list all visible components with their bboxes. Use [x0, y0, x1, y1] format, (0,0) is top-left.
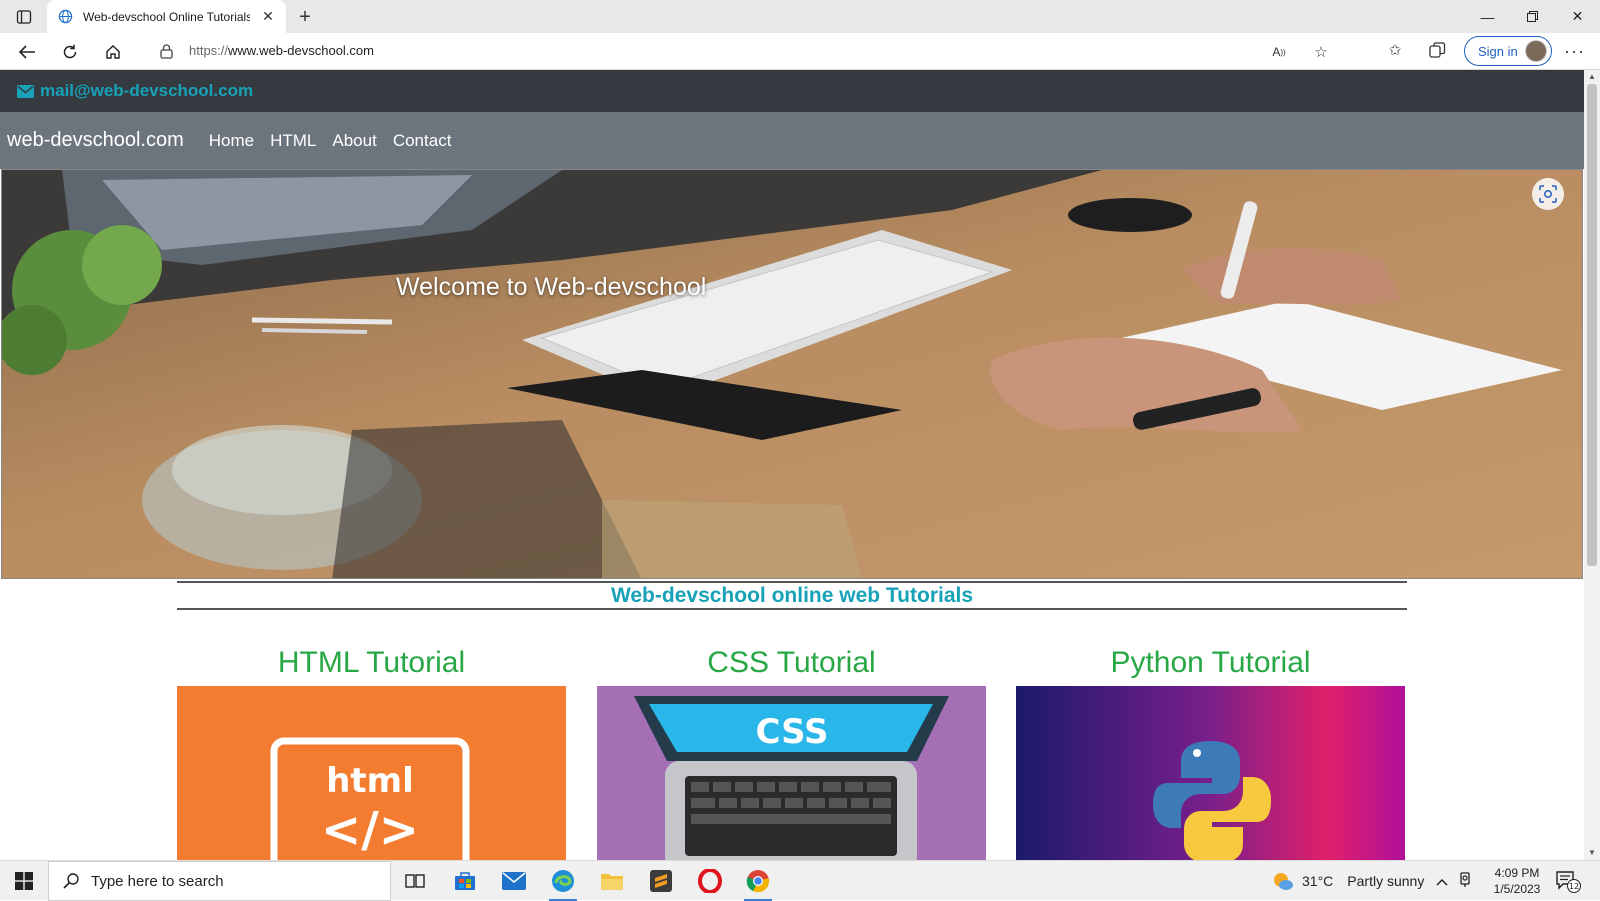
site-brand[interactable]: web-devschool.com — [7, 129, 184, 152]
scroll-thumb[interactable] — [1587, 84, 1597, 566]
card-title[interactable]: HTML Tutorial — [177, 640, 566, 686]
taskbar-clock[interactable]: 4:09 PM 1/5/2023 — [1488, 865, 1546, 897]
microsoft-store-icon[interactable] — [441, 861, 489, 901]
css-thumbnail-image[interactable]: CSS — [597, 686, 986, 860]
search-icon — [63, 873, 79, 889]
read-aloud-icon[interactable]: A)) — [1268, 41, 1290, 63]
clock-date: 1/5/2023 — [1493, 882, 1541, 896]
tab-close-icon[interactable]: ✕ — [260, 8, 276, 25]
temperature: 31°C — [1302, 873, 1334, 889]
windows-start-icon[interactable] — [0, 861, 48, 901]
card-title[interactable]: CSS Tutorial — [597, 640, 986, 686]
site-navbar: web-devschool.com Home HTML About Contac… — [0, 112, 1584, 169]
partly-sunny-icon — [1274, 873, 1293, 890]
avatar — [1525, 40, 1547, 62]
tab-actions-icon[interactable] — [12, 6, 36, 28]
sign-in-button[interactable]: Sign in — [1464, 36, 1552, 66]
hero-desk-photo — [2, 170, 1582, 578]
scroll-down-arrow-icon[interactable]: ▼ — [1588, 848, 1596, 857]
page-viewport: mail@web-devschool.com web-devschool.com… — [0, 70, 1584, 860]
email-link[interactable]: mail@web-devschool.com — [40, 81, 253, 101]
opera-browser-icon[interactable] — [686, 861, 734, 901]
card-html-tutorial[interactable]: HTML Tutorial html </> — [177, 640, 566, 860]
task-view-icon[interactable] — [391, 861, 439, 901]
section-heading: Web-devschool online web Tutorials — [177, 581, 1407, 610]
weather-widget[interactable]: 31°C Partly sunny — [1272, 861, 1424, 901]
restore-icon[interactable] — [1510, 0, 1555, 33]
css-logo-text: CSS — [755, 712, 828, 752]
add-favorite-icon[interactable]: ☆ — [1310, 41, 1332, 63]
nav-link-home[interactable]: Home — [209, 131, 254, 151]
sublime-text-icon[interactable] — [637, 861, 685, 901]
windows-taskbar: Type here to search 31°C Partly sunny 4:… — [0, 860, 1600, 901]
lock-icon[interactable] — [160, 44, 174, 59]
tab-title: Web-devschool Online Tutorials — [83, 9, 250, 24]
envelope-icon — [17, 84, 34, 98]
page-scrollbar[interactable]: ▲ ▼ — [1584, 70, 1600, 860]
home-icon[interactable] — [99, 39, 127, 65]
minimize-icon[interactable]: — — [1465, 0, 1510, 33]
close-window-icon[interactable]: ✕ — [1555, 0, 1600, 33]
favorites-icon[interactable]: ✩ — [1384, 39, 1406, 61]
html-thumbnail-image[interactable]: html </> — [177, 686, 566, 860]
mail-icon[interactable] — [490, 861, 538, 901]
address-bar[interactable]: https://www.web-devschool.com A)) ☆ — [142, 37, 1342, 66]
refresh-icon[interactable] — [56, 39, 84, 65]
browser-toolbar: https://www.web-devschool.com A)) ☆ ✩ Si… — [0, 33, 1600, 70]
url-text: https://www.web-devschool.com — [189, 43, 374, 58]
back-arrow-icon[interactable] — [13, 39, 41, 65]
nav-link-html[interactable]: HTML — [270, 131, 316, 151]
more-options-icon[interactable]: ··· — [1564, 41, 1585, 62]
chrome-browser-icon[interactable] — [734, 861, 782, 901]
browser-titlebar: Web-devschool Online Tutorials ✕ + — ✕ — [0, 0, 1600, 33]
chevron-up-icon[interactable] — [1436, 873, 1448, 889]
html-logo-text: html — [326, 761, 414, 801]
visual-search-icon[interactable] — [1532, 178, 1564, 210]
taskbar-search-input[interactable]: Type here to search — [48, 861, 391, 901]
collections-icon[interactable] — [1426, 39, 1448, 61]
card-python-tutorial[interactable]: Python Tutorial — [1016, 640, 1405, 860]
hero-title: Welcome to Web-devschool — [396, 273, 707, 301]
display-settings-icon[interactable] — [1458, 871, 1472, 891]
nav-link-contact[interactable]: Contact — [393, 131, 452, 151]
notification-center-icon[interactable]: 12 — [1555, 869, 1581, 893]
python-thumbnail-image[interactable] — [1016, 686, 1405, 860]
edge-browser-icon[interactable] — [539, 861, 587, 901]
card-css-tutorial[interactable]: CSS Tutorial CSS — [597, 640, 986, 860]
browser-tab-active[interactable]: Web-devschool Online Tutorials ✕ — [47, 0, 286, 33]
clock-time: 4:09 PM — [1494, 866, 1540, 880]
nav-link-about[interactable]: About — [332, 131, 376, 151]
scroll-up-arrow-icon[interactable]: ▲ — [1588, 72, 1596, 81]
notification-count: 12 — [1569, 882, 1579, 891]
contact-topbar: mail@web-devschool.com — [0, 70, 1584, 112]
globe-icon — [57, 9, 73, 25]
weather-text: Partly sunny — [1347, 873, 1425, 889]
card-title[interactable]: Python Tutorial — [1016, 640, 1405, 686]
hero-banner: Welcome to Web-devschool — [1, 169, 1583, 579]
file-explorer-icon[interactable] — [588, 861, 636, 901]
system-tray — [1436, 861, 1472, 901]
code-brackets-text: </> — [321, 802, 419, 858]
new-tab-plus-icon[interactable]: + — [293, 5, 317, 29]
